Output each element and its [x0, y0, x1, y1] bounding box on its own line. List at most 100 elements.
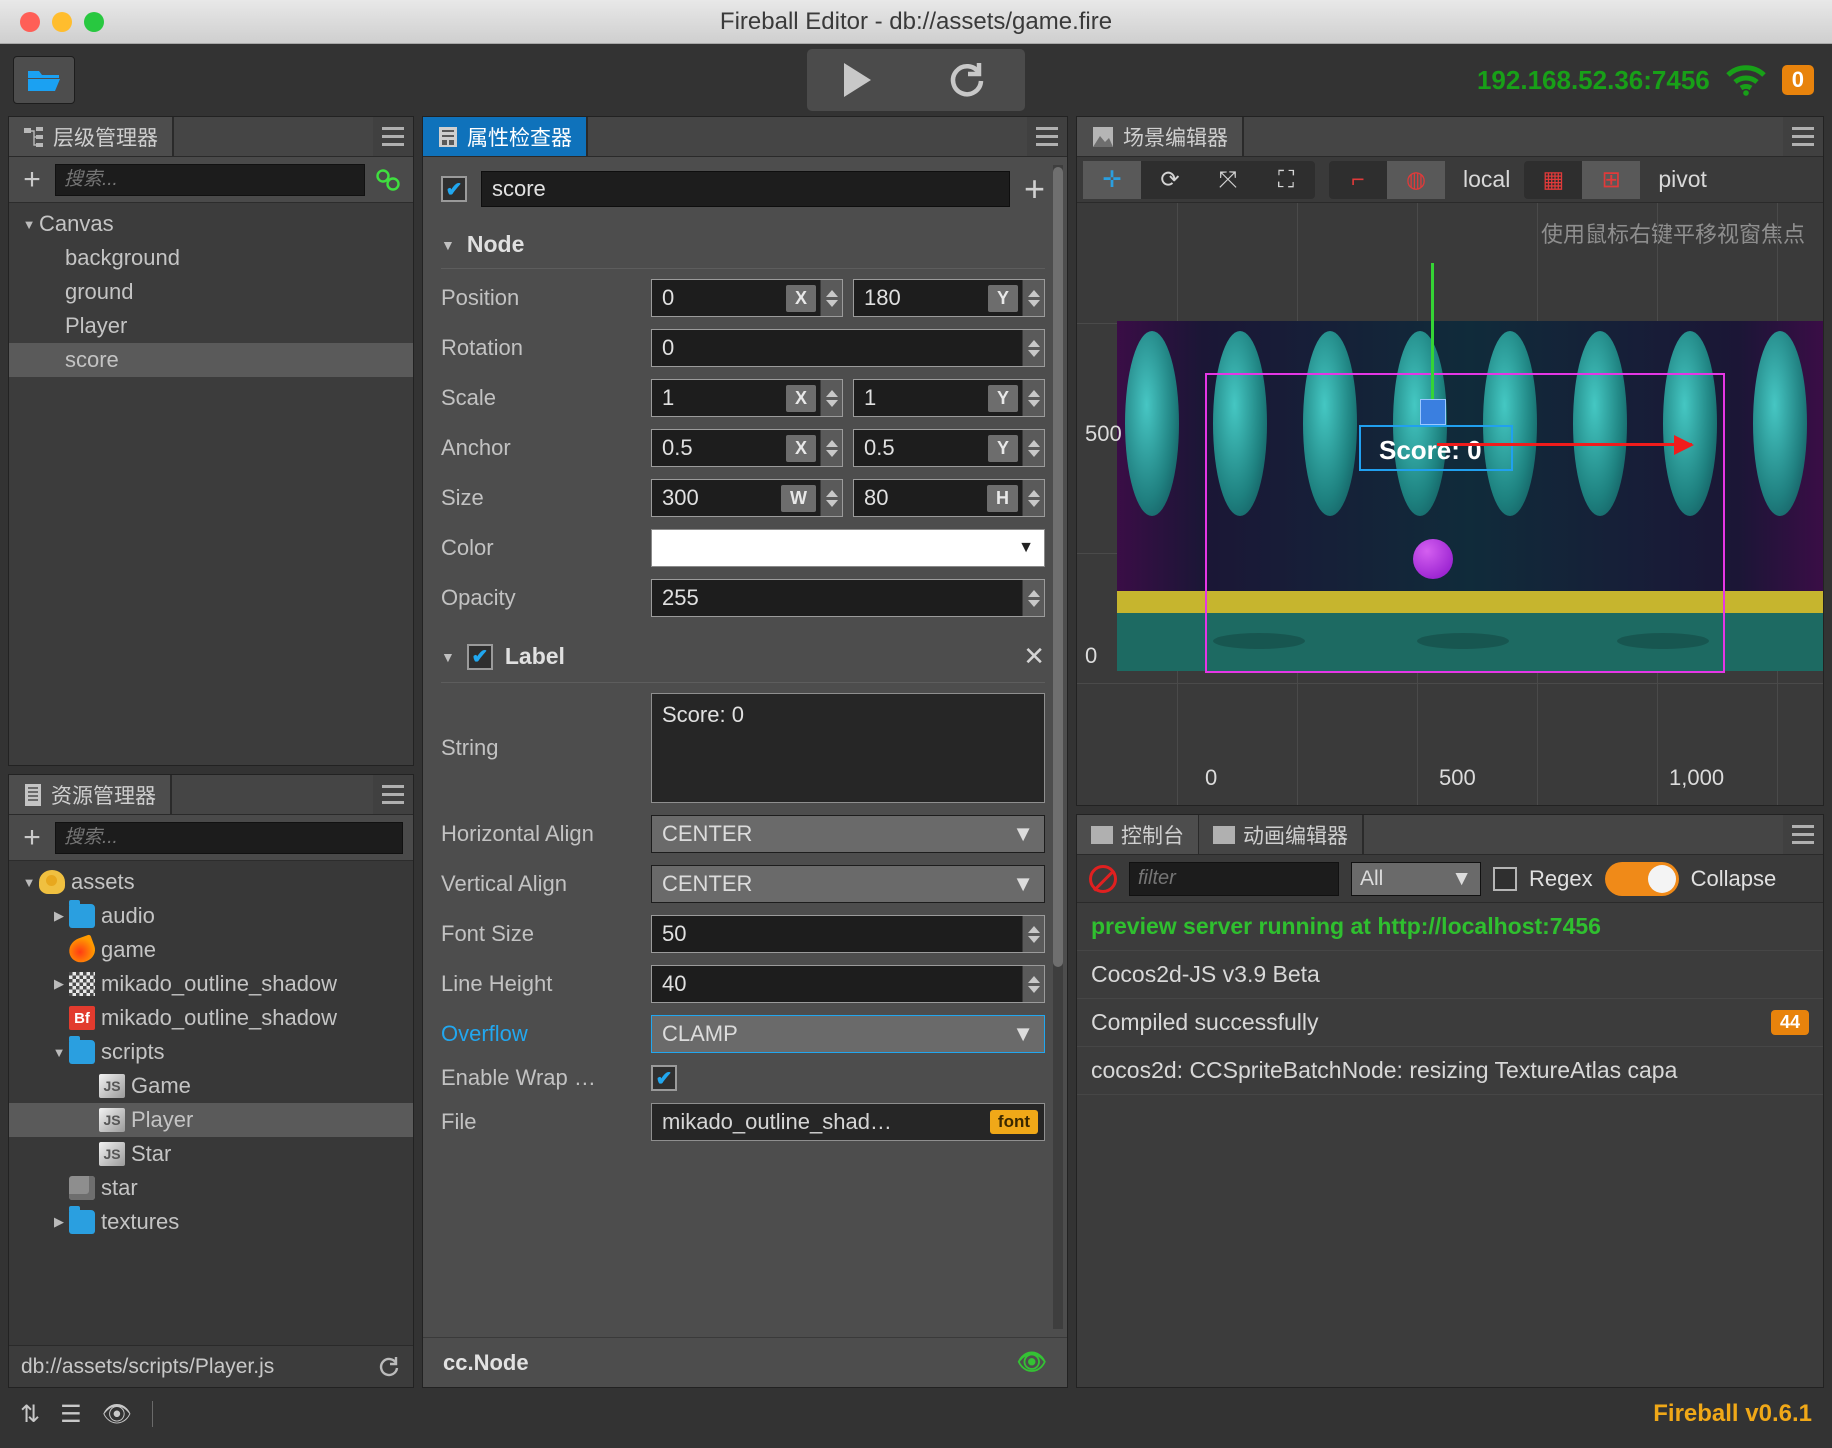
size-height-field[interactable]: 80 H [853, 479, 1045, 517]
label-collapse-arrow[interactable]: ▼ [441, 649, 455, 665]
anchor-x-stepper[interactable] [820, 430, 842, 466]
global-space-toggle[interactable]: ◍ [1387, 160, 1445, 199]
asset-node-arrow[interactable] [49, 1214, 69, 1230]
position-x-field[interactable]: 0 X [651, 279, 843, 317]
layers-icon[interactable]: ☰ [60, 1400, 82, 1429]
scene-viewport[interactable]: 使用鼠标右键平移视窗焦点 Score: 0 500 0 0 500 1,000 [1077, 203, 1823, 805]
tab-inspector[interactable]: 属性检查器 [423, 117, 587, 156]
rotate-tool[interactable]: ⟳ [1141, 161, 1199, 199]
scale-x-stepper[interactable] [820, 380, 842, 416]
tab-console[interactable]: 控制台 [1077, 815, 1199, 854]
hierarchy-node[interactable]: ground [9, 275, 413, 309]
console-log-row[interactable]: preview server running at http://localho… [1077, 903, 1823, 951]
x-axis-gizmo[interactable] [1437, 435, 1694, 455]
scale-tool[interactable]: ⤧ [1199, 161, 1257, 199]
node-name-input[interactable] [481, 171, 1010, 207]
console-level-select[interactable]: All ▼ [1351, 861, 1481, 896]
asset-node[interactable]: star [9, 1171, 413, 1205]
scale-y-stepper[interactable] [1022, 380, 1044, 416]
size-height-stepper[interactable] [1022, 480, 1044, 516]
asset-node[interactable]: scripts [9, 1035, 413, 1069]
console-regex-checkbox[interactable] [1493, 866, 1517, 891]
hierarchy-node-arrow[interactable] [19, 217, 39, 232]
console-log-row[interactable]: Compiled successfully 44 [1077, 999, 1823, 1047]
move-tool[interactable]: ✛ [1083, 160, 1141, 199]
color-swatch-field[interactable]: ▼ [651, 529, 1045, 567]
assets-search-input[interactable] [55, 821, 403, 854]
refresh-icon[interactable] [946, 59, 988, 101]
asset-node-arrow[interactable] [49, 1045, 69, 1060]
node-section-header[interactable]: ▼ Node [441, 225, 1045, 268]
link-icon[interactable] [375, 168, 403, 192]
tab-animation[interactable]: 动画编辑器 [1199, 815, 1363, 854]
anchor-y-field[interactable]: 0.5 Y [853, 429, 1045, 467]
asset-node-arrow[interactable] [49, 908, 69, 924]
position-x-stepper[interactable] [820, 280, 842, 316]
asset-node[interactable]: JS Player [9, 1103, 413, 1137]
console-log-row[interactable]: Cocos2d-JS v3.9 Beta [1077, 951, 1823, 999]
position-y-field[interactable]: 180 Y [853, 279, 1045, 317]
scale-x-field[interactable]: 1 X [651, 379, 843, 417]
enable-wrap-checkbox[interactable] [651, 1065, 677, 1091]
asset-node[interactable]: audio [9, 899, 413, 933]
local-space-toggle[interactable]: ⌐ [1329, 161, 1387, 199]
inspector-menu-button[interactable] [1027, 117, 1067, 156]
hierarchy-node[interactable]: score [9, 343, 413, 377]
add-component-button[interactable]: + [1024, 171, 1045, 207]
label-remove-button[interactable]: ✕ [1023, 641, 1045, 672]
inspector-scrollbar-thumb[interactable] [1053, 167, 1063, 967]
hierarchy-node[interactable]: background [9, 241, 413, 275]
vertical-align-select[interactable]: CENTER ▼ [651, 865, 1045, 903]
asset-node[interactable]: textures [9, 1205, 413, 1239]
node-collapse-arrow[interactable]: ▼ [441, 237, 455, 253]
move-gizmo-handle[interactable] [1420, 399, 1446, 425]
rect-tool[interactable]: ⛶ [1257, 161, 1315, 199]
hierarchy-node[interactable]: Canvas [9, 207, 413, 241]
eye-icon[interactable]: 👁 [1017, 1348, 1047, 1377]
asset-node[interactable]: mikado_outline_shadow [9, 967, 413, 1001]
asset-node[interactable]: Bf mikado_outline_shadow [9, 1001, 413, 1035]
hierarchy-search-input[interactable] [55, 163, 365, 196]
console-log-row[interactable]: cocos2d: CCSpriteBatchNode: resizing Tex… [1077, 1047, 1823, 1095]
horizontal-align-select[interactable]: CENTER ▼ [651, 815, 1045, 853]
asset-node[interactable]: game [9, 933, 413, 967]
eye-off-icon[interactable]: 👁 [102, 1400, 132, 1429]
assets-create-button[interactable]: + [19, 822, 45, 853]
label-section-header[interactable]: ▼ Label ✕ [441, 635, 1045, 682]
font-file-field[interactable]: mikado_outline_shad… font [651, 1103, 1045, 1141]
hierarchy-add-node-button[interactable]: + [19, 164, 45, 195]
tab-assets[interactable]: 资源管理器 [9, 775, 171, 814]
line-height-stepper[interactable] [1022, 966, 1044, 1002]
opacity-field[interactable]: 255 [651, 579, 1045, 617]
console-menu-button[interactable] [1783, 815, 1823, 854]
asset-node[interactable]: JS Game [9, 1069, 413, 1103]
console-collapse-toggle[interactable] [1604, 861, 1679, 896]
sync-icon[interactable]: ⇅ [20, 1400, 40, 1429]
anchor-x-field[interactable]: 0.5 X [651, 429, 843, 467]
rotation-field[interactable]: 0 [651, 329, 1045, 367]
string-textarea[interactable]: Score: 0 [651, 693, 1045, 803]
line-height-field[interactable]: 40 [651, 965, 1045, 1003]
size-width-field[interactable]: 300 W [651, 479, 843, 517]
scale-y-field[interactable]: 1 Y [853, 379, 1045, 417]
rotation-stepper[interactable] [1022, 330, 1044, 366]
anchor-y-stepper[interactable] [1022, 430, 1044, 466]
size-width-stepper[interactable] [820, 480, 842, 516]
assets-menu-button[interactable] [373, 775, 413, 814]
overflow-select[interactable]: CLAMP ▼ [651, 1015, 1045, 1053]
position-y-stepper[interactable] [1022, 280, 1044, 316]
hierarchy-menu-button[interactable] [373, 117, 413, 156]
node-enabled-checkbox[interactable] [441, 176, 467, 202]
tab-hierarchy[interactable]: 层级管理器 [9, 117, 173, 156]
opacity-stepper[interactable] [1022, 580, 1044, 616]
scene-menu-button[interactable] [1783, 117, 1823, 156]
tab-scene-editor[interactable]: 场景编辑器 [1077, 117, 1243, 156]
pivot-point-toggle[interactable]: ⊞ [1582, 160, 1641, 199]
pivot-center-toggle[interactable]: ▦ [1524, 161, 1582, 199]
clear-icon[interactable] [1089, 864, 1117, 893]
console-filter-input[interactable] [1129, 861, 1339, 896]
asset-node-arrow[interactable] [49, 976, 69, 992]
font-size-stepper[interactable] [1022, 916, 1044, 952]
hierarchy-node[interactable]: Player [9, 309, 413, 343]
asset-node[interactable]: assets [9, 865, 413, 899]
